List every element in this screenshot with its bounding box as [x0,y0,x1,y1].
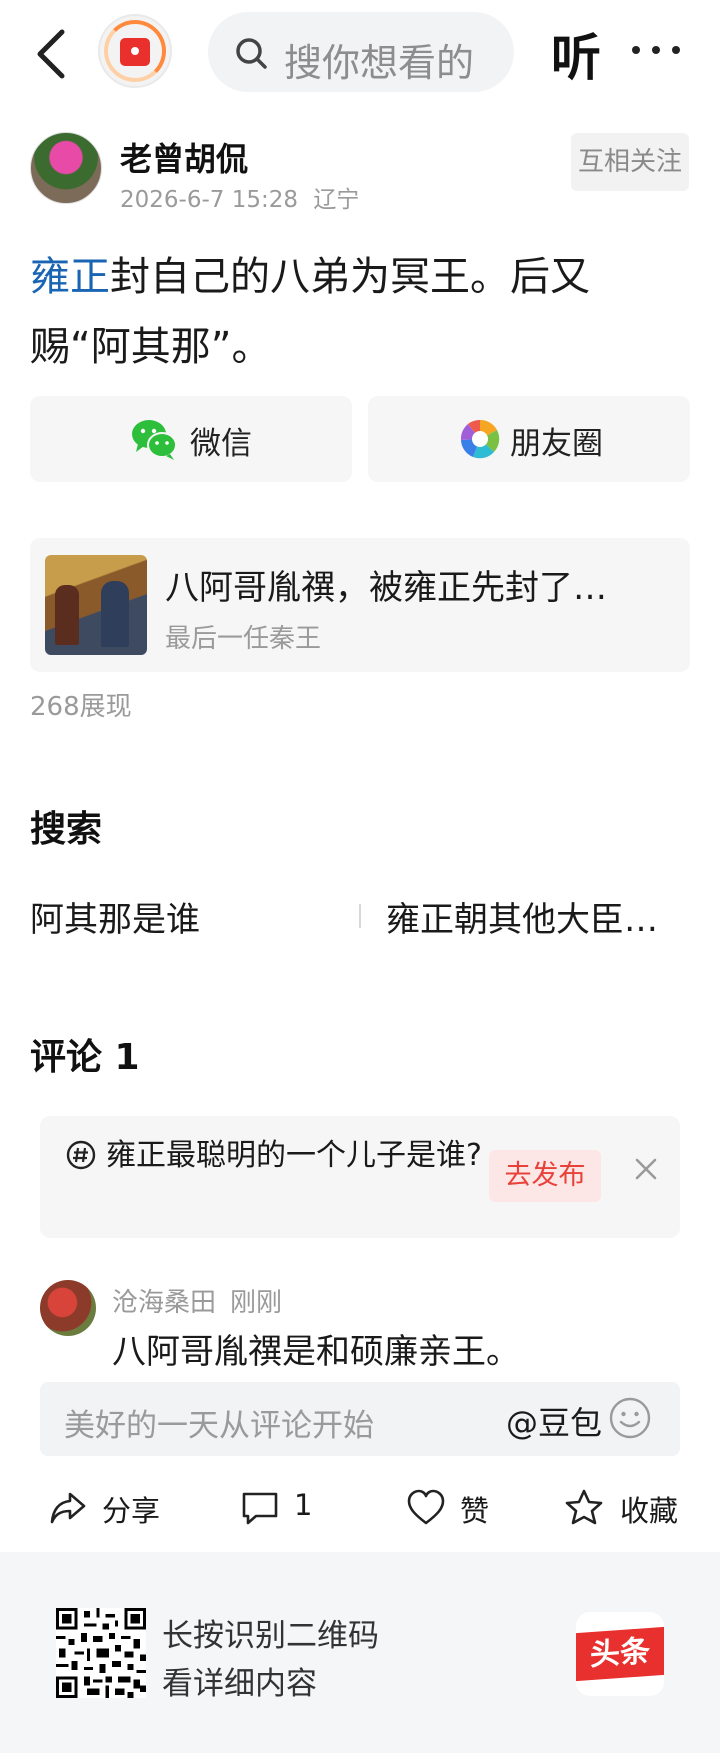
share-wechat-button[interactable]: 微信 [30,396,352,482]
star-icon [565,1489,603,1525]
commenter-name[interactable]: 沧海桑田 [112,1288,216,1318]
comment-time: 刚刚 [230,1288,283,1318]
search-bar[interactable]: 搜你想看的 [208,12,514,92]
search-section-title: 搜索 [30,809,103,850]
view-count: 268展现 [30,692,132,722]
app-logo-icon[interactable] [98,14,172,88]
search-suggestion[interactable]: 阿其那是谁 [30,892,200,941]
emoji-icon[interactable] [608,1396,652,1440]
qr-code[interactable] [56,1608,146,1698]
comment-meta: 沧海桑田 刚刚 [112,1282,282,1319]
moments-icon [460,419,500,459]
comments-section-title: 评论 1 [30,1037,140,1078]
search-suggestion[interactable]: 雍正朝其他大臣… [386,892,658,941]
wechat-icon [132,420,177,460]
search-placeholder: 搜你想看的 [284,41,475,85]
heart-icon [407,1489,445,1525]
publish-button[interactable]: 去发布 [489,1150,601,1202]
comment-text: 八阿哥胤禩是和硕廉亲王。 [112,1332,520,1372]
top-bar: 搜你想看的 听 [0,0,720,110]
related-article-thumbnail [45,555,147,655]
action-bar: 分享 1 赞 收藏 [0,1470,720,1550]
commenter-avatar[interactable] [40,1280,96,1336]
author-avatar[interactable] [30,132,102,204]
favorite-action[interactable]: 收藏 [564,1484,684,1534]
post-text: 封自己的八弟为冥王。后又赐“阿其那”。 [30,254,590,370]
toutiao-logo-text: 头条 [576,1626,664,1682]
footer-line-1: 长按识别二维码 [162,1618,379,1654]
share-action-label: 分享 [102,1494,161,1528]
post-location: 辽宁 [313,187,360,213]
more-options-icon[interactable] [632,46,682,56]
comment-icon [242,1492,278,1525]
topic-suggestion-text: 雍正最聪明的一个儿子是谁? [106,1138,482,1173]
favorite-label: 收藏 [620,1494,679,1528]
mention-doubao-button[interactable]: @豆包 [506,1398,602,1444]
post-datetime: 2026-6-7 15:28 [120,187,298,213]
like-label: 赞 [460,1494,490,1528]
comment-input[interactable]: 美好的一天从评论开始 @豆包 [40,1382,680,1456]
like-action[interactable]: 赞 [406,1484,506,1534]
related-article-card[interactable]: 八阿哥胤禩，被雍正先封了… 最后一任秦王 [30,538,690,672]
share-action[interactable]: 分享 [48,1484,168,1534]
related-article-author: 最后一任秦王 [165,624,322,654]
author-meta: 2026-6-7 15:28 辽宁 [120,180,359,214]
related-article-title: 八阿哥胤禩，被雍正先封了… [165,568,607,608]
post-content: 雍正封自己的八弟为冥王。后又赐“阿其那”。 [30,242,690,382]
follow-button[interactable]: 互相关注 [571,133,689,191]
share-moments-button[interactable]: 朋友圈 [368,396,690,482]
topic-suggestion-box: 雍正最聪明的一个儿子是谁? 去发布 [40,1116,680,1238]
suggestion-divider [359,904,361,928]
search-icon [236,38,267,69]
post-topic-link[interactable]: 雍正 [30,254,110,300]
comment-action[interactable]: 1 [240,1484,330,1534]
share-icon [50,1492,86,1524]
share-moments-label: 朋友圈 [510,426,603,462]
comment-count: 1 [294,1488,313,1522]
comment-input-placeholder: 美好的一天从评论开始 [64,1408,374,1444]
share-wechat-label: 微信 [190,426,252,462]
close-icon[interactable] [633,1156,659,1182]
back-arrow-icon[interactable] [30,26,74,82]
author-name[interactable]: 老曾胡侃 [120,134,248,180]
listen-button[interactable]: 听 [551,18,601,90]
toutiao-logo: 头条 [576,1612,664,1696]
footer-qr-banner: 长按识别二维码 看详细内容 头条 [0,1552,720,1753]
footer-line-2: 看详细内容 [162,1666,317,1702]
